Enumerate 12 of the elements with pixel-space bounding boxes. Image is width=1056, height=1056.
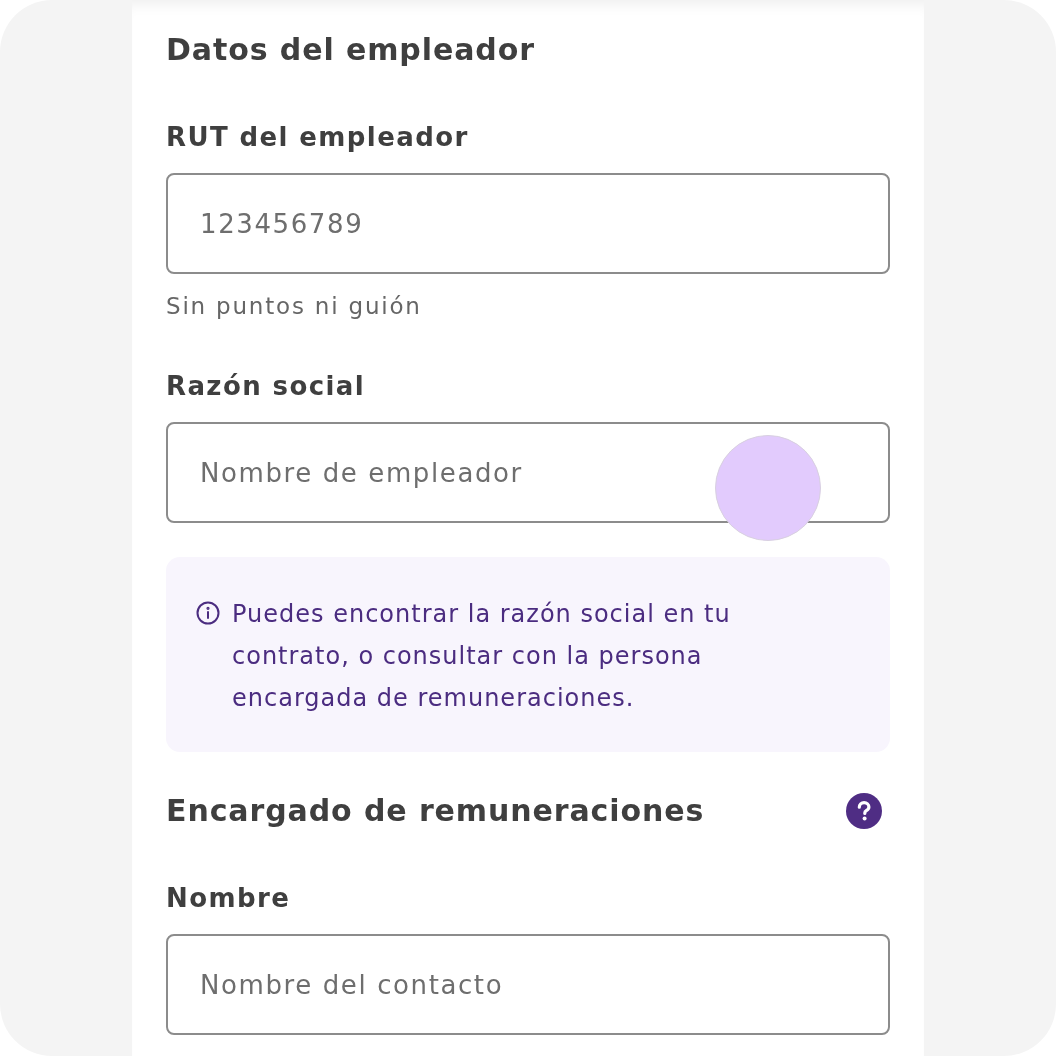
field-label: Nombre — [166, 882, 292, 914]
field-label: RUT del empleador — [166, 121, 470, 153]
input-field[interactable]: Nombre de empleador — [166, 422, 890, 523]
section-heading: Encargado de remuneraciones — [166, 793, 705, 829]
section-heading: Datos del empleador — [166, 32, 535, 68]
helper-text: Sin puntos ni guión — [166, 292, 423, 320]
info-icon — [196, 601, 220, 625]
input-field[interactable]: Nombre del contacto — [166, 934, 890, 1035]
help-icon[interactable] — [846, 793, 882, 829]
input-field[interactable]: 123456789 — [166, 173, 890, 274]
field-label: Razón social — [166, 370, 367, 402]
info-text: Puedes encontrar la razón social en tu contrato, o consultar con la persona encargada de remuneraciones. — [232, 599, 732, 714]
